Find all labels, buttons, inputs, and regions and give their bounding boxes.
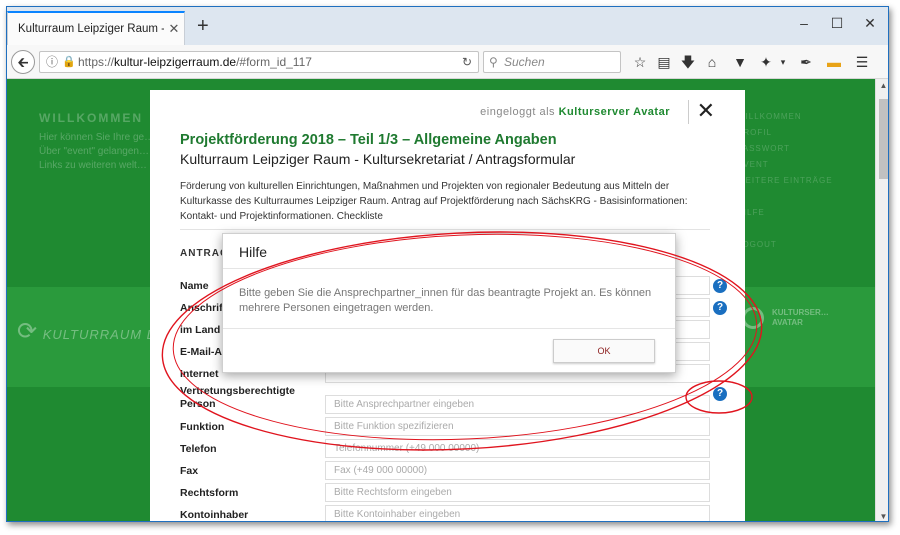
- download-icon[interactable]: 🡇: [679, 53, 697, 71]
- reload-icon[interactable]: ↻: [462, 52, 472, 72]
- form-description: Förderung von kulturellen Einrichtungen,…: [180, 181, 688, 222]
- background-spacer: [737, 189, 833, 205]
- background-welcome: WILLKOMMEN Hier können Sie Ihre ge… Über…: [39, 111, 154, 173]
- dialog-body: Bitte geben Sie die Ansprechpartner_inne…: [239, 287, 652, 314]
- background-logo-text: KULTURRAUM L: [42, 327, 155, 342]
- search-placeholder: Suchen: [504, 55, 545, 69]
- fax-input[interactable]: Fax (+49 000 00000): [325, 461, 710, 480]
- background-menu-item: EVENT: [737, 160, 769, 169]
- dialog-divider: [223, 268, 675, 269]
- search-bar[interactable]: ⚲ Suchen: [483, 51, 621, 73]
- background-line: Hier können Sie Ihre ge…: [39, 132, 155, 143]
- divider: [180, 229, 710, 230]
- close-window-button[interactable]: ✕: [860, 15, 880, 32]
- back-arrow-icon: 🡰: [17, 54, 29, 70]
- person-input[interactable]: Bitte Ansprechpartner eingeben: [325, 395, 710, 414]
- search-icon: ⚲: [489, 55, 498, 69]
- navigation-bar: 🡰 ⓘ 🔒 https://kultur-leipzigerraum.de/#f…: [7, 45, 888, 79]
- background-menu-item: LOGOUT: [737, 240, 777, 249]
- background-logo: ⟳ KULTURRAUM L: [17, 317, 155, 346]
- page-viewport: WILLKOMMEN Hier können Sie Ihre ge… Über…: [7, 79, 875, 521]
- field-label-address: Anschrift: [180, 302, 227, 314]
- field-label-phone: Telefon: [180, 443, 217, 455]
- home-icon[interactable]: ⌂: [703, 53, 721, 71]
- dialog-divider: [223, 328, 675, 329]
- tab-bar: Kulturraum Leipziger Raum - Kul ✕ + – ☐ …: [7, 7, 888, 45]
- menu-icon[interactable]: ☰: [853, 53, 871, 71]
- help-icon[interactable]: ?: [713, 387, 727, 401]
- login-user[interactable]: Kulturserver Avatar: [559, 106, 670, 118]
- phone-input[interactable]: Telefonnummer (+49 000 00000): [325, 439, 710, 458]
- lock-icon[interactable]: 🔒: [62, 52, 76, 72]
- info-icon[interactable]: ⓘ: [46, 52, 58, 72]
- avatar-icon: [742, 307, 764, 329]
- avatar-line: KULTURSER…: [772, 308, 829, 317]
- field-label-representative: Vertretungsberechtigte: [180, 385, 295, 397]
- background-avatar: KULTURSER… AVATAR: [742, 307, 829, 329]
- url-host: kultur-leipzigerraum.de: [114, 55, 237, 69]
- tab-title: Kulturraum Leipziger Raum - Kul: [18, 23, 164, 35]
- field-label-fax: Fax: [180, 465, 199, 477]
- url-scheme: https://: [78, 55, 115, 69]
- scroll-up-icon[interactable]: ▲: [876, 81, 888, 90]
- url-bar[interactable]: ⓘ 🔒 https://kultur-leipzigerraum.de/#for…: [39, 51, 479, 73]
- scroll-thumb[interactable]: [879, 99, 888, 179]
- minimize-button[interactable]: –: [794, 15, 814, 31]
- help-icon[interactable]: ?: [713, 279, 727, 293]
- back-button[interactable]: 🡰: [11, 50, 35, 74]
- account-holder-input[interactable]: Bitte Kontoinhaber eingeben: [325, 505, 710, 521]
- field-label-account-holder: Kontoinhaber: [180, 509, 249, 521]
- url-text: https://kultur-leipzigerraum.de/#form_id…: [78, 52, 312, 72]
- legal-form-input[interactable]: Bitte Rechtsform eingeben: [325, 483, 710, 502]
- background-spacer: [737, 221, 833, 237]
- field-label-name: Name: [180, 280, 209, 292]
- pocket-icon[interactable]: ▼: [731, 53, 749, 71]
- background-menu: WILLKOMMEN PROFIL PASSWORT EVENT WEITERE…: [737, 109, 833, 253]
- browser-window: Kulturraum Leipziger Raum - Kul ✕ + – ☐ …: [6, 6, 889, 522]
- star-icon[interactable]: ☆: [631, 53, 649, 71]
- page-scrollbar[interactable]: ▲ ▼: [875, 79, 888, 521]
- help-icon[interactable]: ?: [713, 301, 727, 315]
- note-icon[interactable]: ▬: [825, 53, 843, 71]
- reading-list-icon[interactable]: ▤: [655, 53, 673, 71]
- field-label-legal-form: Rechtsform: [180, 487, 239, 499]
- field-label-internet: Internet: [180, 368, 219, 380]
- avatar-line: AVATAR: [772, 318, 803, 327]
- background-line: Links zu weiteren welt…: [39, 160, 147, 171]
- function-input[interactable]: Bitte Funktion spezifizieren: [325, 417, 710, 436]
- dialog-title: Hilfe: [239, 244, 268, 260]
- new-tab-button[interactable]: +: [197, 15, 209, 37]
- ok-button[interactable]: OK: [553, 339, 655, 363]
- pen-icon[interactable]: ✒: [797, 53, 815, 71]
- background-menu-item: HILFE: [737, 208, 765, 217]
- background-welcome-title: WILLKOMMEN: [39, 111, 143, 125]
- browser-tab[interactable]: Kulturraum Leipziger Raum - Kul ✕: [7, 11, 185, 45]
- field-label-function: Funktion: [180, 421, 225, 433]
- background-line: Über "event" gelangen…: [39, 146, 149, 157]
- field-label-email: E-Mail-A: [180, 346, 222, 358]
- dropdown-icon[interactable]: ▾: [774, 53, 792, 71]
- background-menu-item: PROFIL: [737, 128, 772, 137]
- background-menu-item: PASSWORT: [737, 144, 791, 153]
- extensions-icon[interactable]: ✦: [757, 53, 775, 71]
- form-subtitle: Kulturraum Leipziger Raum - Kultursekret…: [180, 151, 576, 167]
- logo-swoosh-icon: ⟳: [17, 318, 39, 345]
- scroll-down-icon[interactable]: ▼: [876, 512, 888, 521]
- maximize-button[interactable]: ☐: [827, 15, 847, 32]
- background-menu-item: WEITERE EINTRÄGE: [737, 176, 833, 185]
- form-title: Projektförderung 2018 – Teil 1/3 – Allge…: [180, 132, 557, 148]
- url-path: /#form_id_117: [236, 55, 312, 69]
- login-prefix: eingeloggt als: [480, 106, 556, 118]
- field-label-country: im Land: [180, 324, 221, 336]
- close-icon[interactable]: ✕: [697, 100, 715, 122]
- login-status: eingeloggt als Kulturserver Avatar: [480, 106, 670, 118]
- field-label-person: Person: [180, 398, 216, 410]
- login-separator: [688, 100, 689, 124]
- tab-close-icon[interactable]: ✕: [164, 21, 184, 37]
- help-dialog: Hilfe Bitte geben Sie die Ansprechpartne…: [222, 233, 676, 373]
- background-menu-item: WILLKOMMEN: [737, 112, 802, 121]
